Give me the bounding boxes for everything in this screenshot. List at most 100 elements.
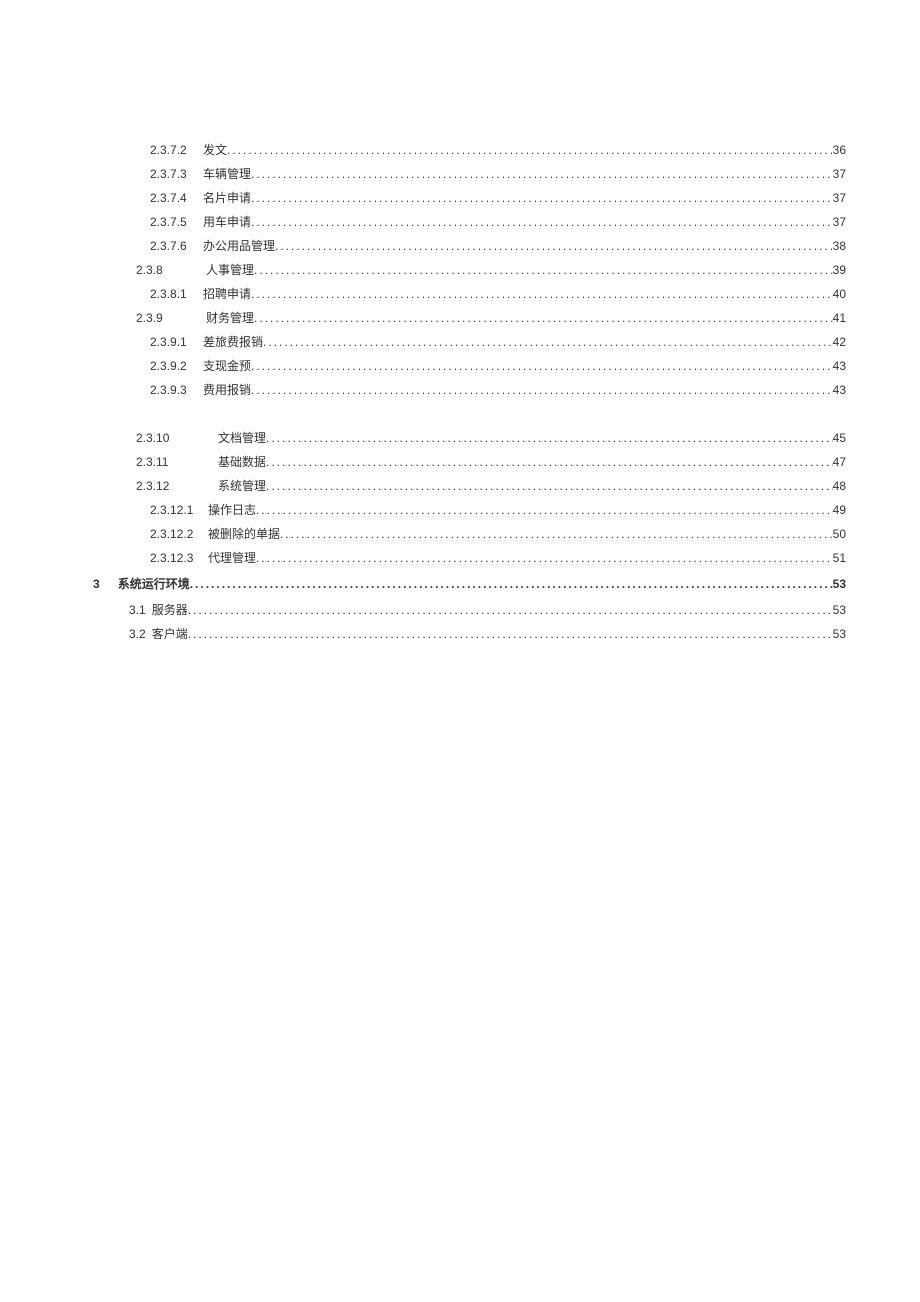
toc-title: 服务器 [152,598,188,622]
toc-title: 支现金预 [203,354,251,378]
toc-leader-dots [254,306,833,330]
toc-number: 2.3.9.1 [150,330,196,354]
toc-leader-dots [263,330,833,354]
toc-title: 用车申请 [203,210,251,234]
toc-entry[interactable]: 2.3.7.3 车辆管理 37 [129,162,846,186]
toc-page-number: 45 [833,426,846,450]
table-of-contents: 2.3.7.2发文362.3.7.3车辆管理372.3.7.4名片申请372.3… [129,138,846,646]
toc-page-number: 53 [833,572,846,596]
toc-page-number: 48 [833,474,846,498]
toc-page-number: 43 [833,354,846,378]
toc-number: 2.3.12.3 [150,546,208,570]
toc-page-number: 50 [833,522,846,546]
toc-number: 2.3.8.1 [150,282,196,306]
toc-leader-dots [256,546,833,570]
toc-number: 3 [93,572,100,596]
toc-title: 代理管理 [208,546,256,570]
toc-number: 2.3.8 [136,258,192,282]
toc-page-number: 37 [833,186,846,210]
toc-number: 2.3.7.3 [150,162,196,186]
toc-title: 车辆管理 [203,162,251,186]
toc-page-number: 43 [833,378,846,402]
toc-page-number: 40 [833,282,846,306]
toc-entry[interactable]: 2.3.10 文档管理 45 [129,426,846,450]
toc-number: 2.3.7.5 [150,210,196,234]
toc-entry[interactable]: 2.3.7.5 用车申请 37 [129,210,846,234]
toc-number: 2.3.12.2 [150,522,208,546]
toc-entry[interactable]: 3.1 服务器 53 [129,598,846,622]
toc-leader-dots [190,572,833,596]
toc-entry[interactable]: 2.3.8 人事管理 39 [129,258,846,282]
toc-title: 招聘申请 [203,282,251,306]
toc-page-number: 37 [833,210,846,234]
toc-page-number: 49 [833,498,846,522]
toc-entry[interactable]: 2.3.9.2 支现金预 43 [129,354,846,378]
toc-leader-dots [266,426,833,450]
toc-title: 名片申请 [203,186,251,210]
toc-leader-dots [188,598,833,622]
toc-number: 2.3.9 [136,306,192,330]
toc-title: 文档管理 [218,426,266,450]
toc-title: 差旅费报销 [203,330,263,354]
toc-leader-dots [256,498,833,522]
toc-leader-dots [266,474,833,498]
toc-page-number: 39 [833,258,846,282]
toc-title: 客户端 [152,622,188,646]
toc-leader-dots [251,162,833,186]
toc-entry[interactable]: 3.2 客户端 53 [129,622,846,646]
toc-page-number: 53 [833,622,846,646]
toc-leader-dots [275,234,833,258]
toc-entry[interactable]: 2.3.11 基础数据 47 [129,450,846,474]
toc-number: 2.3.9.3 [150,378,196,402]
toc-number: 2.3.10 [136,426,190,450]
toc-page-number: 51 [833,546,846,570]
toc-number: 3.1 [129,598,146,622]
toc-entry[interactable]: 2.3.9 财务管理 41 [129,306,846,330]
toc-title: 操作日志 [208,498,256,522]
toc-page-number: 36 [833,138,846,162]
toc-number: 2.3.12.1 [150,498,208,522]
toc-entry[interactable]: 3 系统运行环境 53 [93,572,846,596]
toc-leader-dots [227,138,833,162]
toc-title: 财务管理 [206,306,254,330]
toc-entry[interactable]: 2.3.9.3 费用报销 43 [129,378,846,402]
toc-number: 2.3.7.2 [150,138,196,162]
toc-number: 2.3.12 [136,474,190,498]
toc-entry[interactable]: 2.3.12 系统管理 48 [129,474,846,498]
toc-number: 2.3.9.2 [150,354,196,378]
toc-entry[interactable]: 2.3.7.2 发文 36 [129,138,846,162]
toc-title: 发文 [203,138,227,162]
toc-entry[interactable]: 2.3.9.1 差旅费报销 42 [129,330,846,354]
toc-title: 人事管理 [206,258,254,282]
toc-entry[interactable]: 2.3.7.4 名片申请 37 [129,186,846,210]
toc-number: 3.2 [129,622,146,646]
toc-title: 基础数据 [218,450,266,474]
toc-leader-dots [251,282,833,306]
toc-leader-dots [251,186,833,210]
toc-title: 费用报销 [203,378,251,402]
toc-title: 系统运行环境 [118,572,190,596]
toc-leader-dots [254,258,833,282]
toc-number: 2.3.7.6 [150,234,196,258]
toc-leader-dots [251,354,833,378]
toc-entry[interactable]: 2.3.12.1操作日志 49 [129,498,846,522]
toc-page-number: 53 [833,598,846,622]
toc-page-number: 38 [833,234,846,258]
toc-page-number: 37 [833,162,846,186]
toc-entry[interactable]: 2.3.8.1 招聘申请 40 [129,282,846,306]
toc-entry[interactable]: 2.3.7.6 办公用品管理 38 [129,234,846,258]
toc-leader-dots [251,210,833,234]
toc-leader-dots [251,378,833,402]
toc-title: 被删除的单据 [208,522,280,546]
toc-title: 办公用品管理 [203,234,275,258]
toc-leader-dots [188,622,833,646]
toc-entry[interactable]: 2.3.12.2被删除的单据 50 [129,522,846,546]
toc-title: 系统管理 [218,474,266,498]
toc-entry[interactable]: 2.3.12.3代理管理 51 [129,546,846,570]
toc-leader-dots [280,522,833,546]
toc-number: 2.3.7.4 [150,186,196,210]
toc-page-number: 47 [833,450,846,474]
toc-page-number: 41 [833,306,846,330]
toc-page-number: 42 [833,330,846,354]
toc-number: 2.3.11 [136,450,190,474]
